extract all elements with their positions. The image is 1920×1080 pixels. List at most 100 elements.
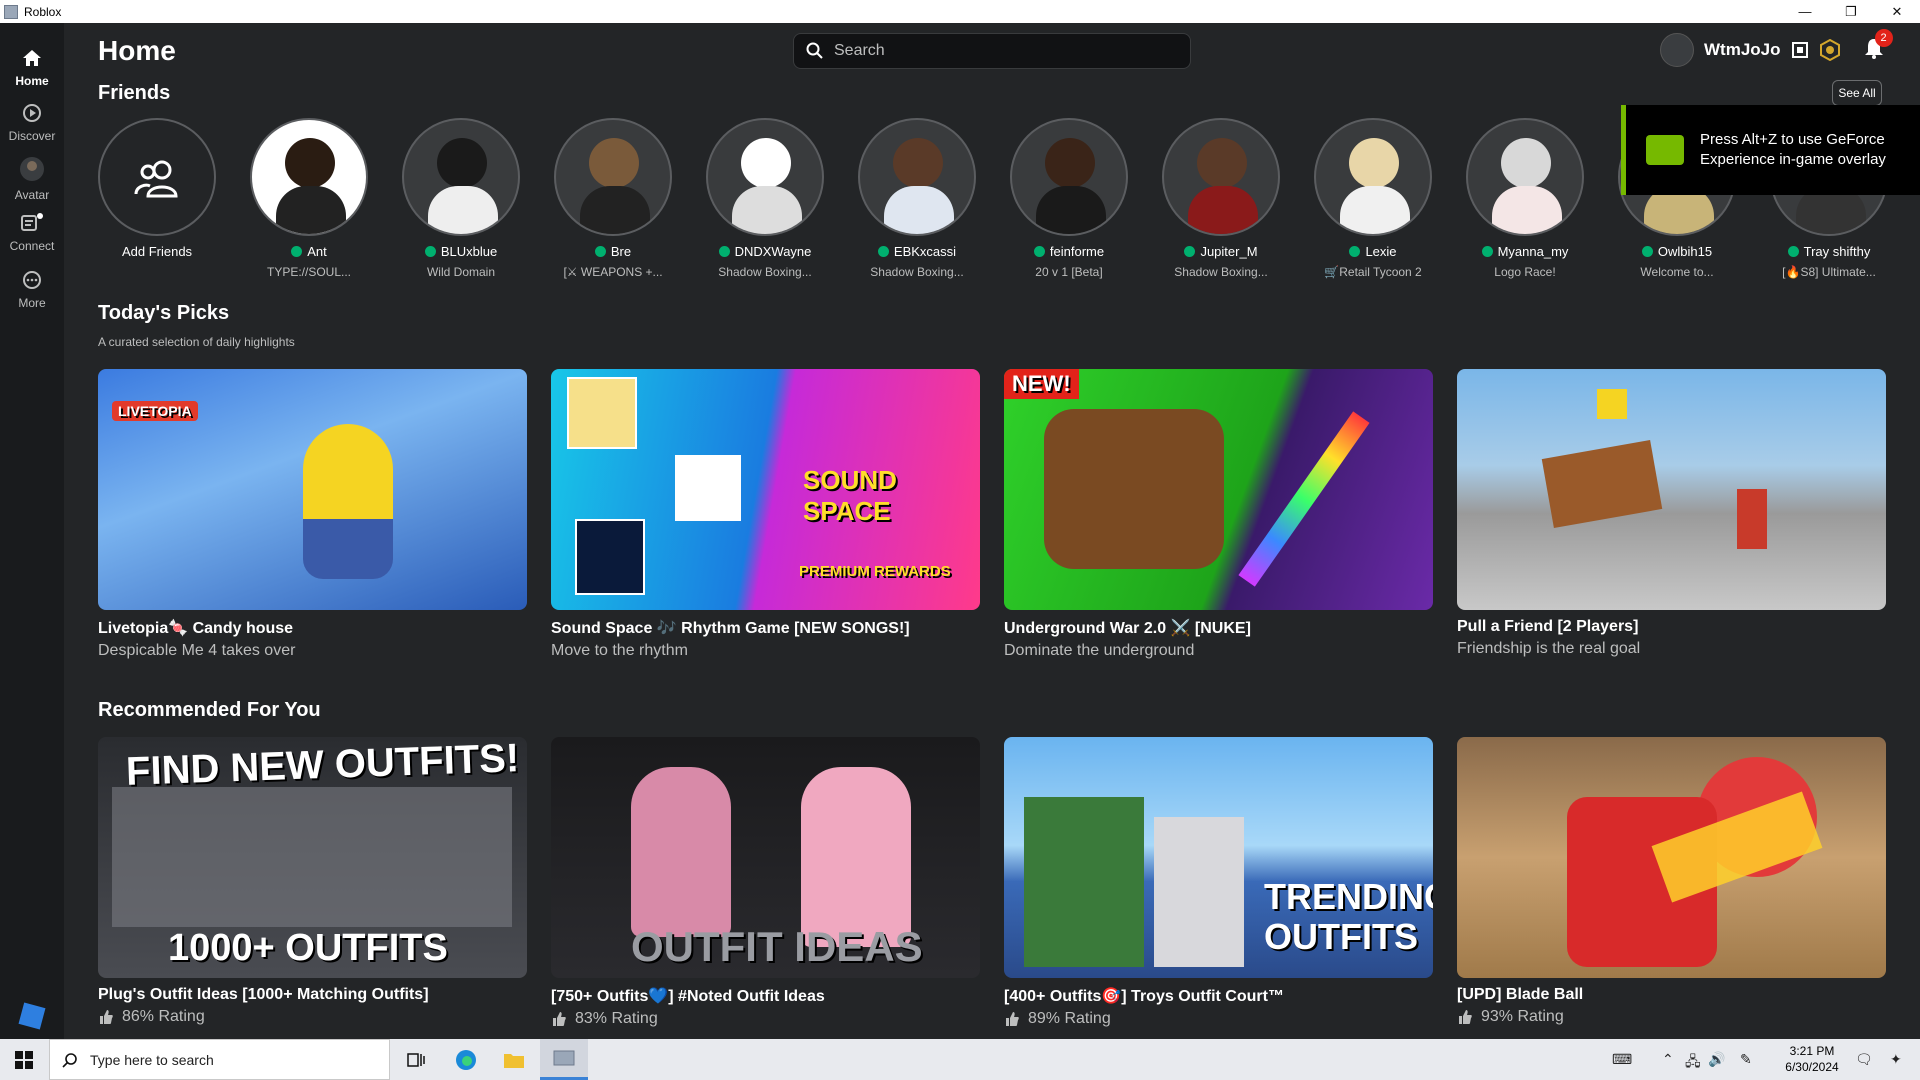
notifications-button[interactable]: 2 — [1863, 28, 1893, 64]
game-card[interactable]: NEW! Underground War 2.0 ⚔️ [NUKE] Domin… — [1004, 369, 1433, 660]
friend-avatar — [554, 118, 672, 236]
close-button[interactable]: ✕ — [1874, 0, 1920, 23]
game-title: Sound Space 🎶 Rhythm Game [NEW SONGS!] — [551, 620, 910, 637]
game-thumbnail: OUTFIT IDEAS — [551, 737, 980, 978]
see-all-button[interactable]: See All — [1832, 80, 1882, 106]
thumbs-up-icon — [1459, 1010, 1472, 1024]
copilot-icon[interactable]: ✦ — [1890, 1051, 1902, 1068]
friend-item[interactable]: Jupiter_M Shadow Boxing... — [1145, 118, 1297, 279]
roblox-taskbar-button[interactable] — [540, 1039, 588, 1080]
friend-game: Shadow Boxing... — [718, 265, 812, 279]
sound-space-logo: SOUND SPACE — [803, 465, 897, 526]
windows-taskbar: Type here to search ⌨ ⌃ 🖧 🔊 ✎ 3:21 PM 6/… — [0, 1039, 1920, 1080]
friend-avatar — [402, 118, 520, 236]
game-desc: Friendship is the real goal — [1457, 640, 1641, 657]
game-rating: 86% Rating — [98, 1008, 527, 1026]
friend-game: 🛒Retail Tycoon 2 — [1324, 265, 1422, 279]
add-friend-icon — [134, 160, 178, 198]
friend-game: [⚔ WEAPONS +... — [563, 265, 663, 279]
game-rating: 83% Rating — [551, 1010, 980, 1028]
game-card[interactable]: FIND NEW OUTFITS! 1000+ OUTFITS Plug's O… — [98, 737, 527, 1026]
keyboard-icon[interactable]: ⌨ — [1612, 1051, 1632, 1068]
avatar[interactable] — [1660, 33, 1694, 67]
friend-name: Myanna_my — [1497, 244, 1569, 259]
geforce-overlay-toast: Press Alt+Z to use GeForce Experience in… — [1621, 105, 1920, 195]
game-card[interactable]: OUTFIT IDEAS [750+ Outfits💙] #Noted Outf… — [551, 737, 980, 1028]
network-icon[interactable]: 🖧 — [1685, 1051, 1701, 1075]
window-titlebar: Roblox — ❐ ✕ — [0, 0, 1920, 23]
friend-item[interactable]: Myanna_my Logo Race! — [1449, 118, 1601, 279]
home-icon — [23, 50, 41, 66]
roblox-logo-icon[interactable] — [18, 1002, 46, 1030]
game-thumbnail: LIVETOPIA — [98, 369, 527, 610]
friend-name: Tray shifthy — [1803, 244, 1871, 259]
friend-item[interactable]: EBKxcassi Shadow Boxing... — [841, 118, 993, 279]
window-title: Roblox — [24, 4, 62, 19]
minimize-button[interactable]: — — [1782, 0, 1828, 23]
friend-item[interactable]: Bre [⚔ WEAPONS +... — [537, 118, 689, 279]
trending-outfits-text: TRENDING OUTFITS — [1264, 876, 1433, 957]
avatar-icon — [20, 157, 44, 181]
search-icon — [806, 42, 823, 59]
game-title: Underground War 2.0 ⚔️ [NUKE] — [1004, 620, 1251, 637]
friend-item[interactable]: Ant TYPE://SOUL... — [233, 118, 385, 279]
start-button[interactable] — [0, 1039, 48, 1080]
robux-icon[interactable] — [1791, 41, 1809, 59]
search-input[interactable]: Search — [793, 33, 1191, 69]
livetopia-logo: LIVETOPIA — [112, 401, 198, 421]
premium-icon[interactable] — [1819, 39, 1841, 61]
game-desc: Move to the rhythm — [551, 642, 688, 659]
clock-time: 3:21 PM — [1789, 1044, 1835, 1058]
pen-icon[interactable]: ✎ — [1740, 1051, 1752, 1068]
friend-item[interactable]: feinforme 20 v 1 [Beta] — [993, 118, 1145, 279]
add-friends-button[interactable]: Add Friends — [81, 118, 233, 259]
page-title: Home — [98, 35, 176, 66]
task-view-icon — [407, 1052, 425, 1067]
todays-picks-subtitle: A curated selection of daily highlights — [98, 335, 295, 349]
friend-name: feinforme — [1049, 244, 1105, 259]
friend-avatar — [250, 118, 368, 236]
friend-game: 20 v 1 [Beta] — [1035, 265, 1103, 279]
task-view-button[interactable] — [392, 1039, 440, 1080]
friend-game: Shadow Boxing... — [1174, 265, 1268, 279]
game-card[interactable]: LIVETOPIA Livetopia🍬 Candy house Despica… — [98, 369, 527, 660]
sidebar-item-home[interactable]: Home — [0, 48, 64, 88]
todays-picks-title: Today's Picks — [98, 302, 230, 324]
outfits-count-text: 1000+ OUTFITS — [168, 927, 448, 969]
game-card[interactable]: Pull a Friend [2 Players] Friendship is … — [1457, 369, 1886, 658]
friend-avatar — [706, 118, 824, 236]
friend-item[interactable]: Lexie 🛒Retail Tycoon 2 — [1297, 118, 1449, 279]
user-area: WtmJoJo 2 — [1660, 28, 1893, 70]
tray-expand-icon[interactable]: ⌃ — [1662, 1051, 1674, 1068]
game-thumbnail: NEW! — [1004, 369, 1433, 610]
friend-avatar — [1314, 118, 1432, 236]
taskbar-search-input[interactable]: Type here to search — [49, 1039, 390, 1080]
sidebar-item-more[interactable]: More — [0, 270, 64, 310]
game-card[interactable]: TRENDING OUTFITS [400+ Outfits🎯] Troys O… — [1004, 737, 1433, 1028]
game-title: [UPD] Blade Ball — [1457, 986, 1584, 1003]
sidebar-item-avatar[interactable]: Avatar — [0, 156, 64, 202]
taskbar-clock[interactable]: 3:21 PM 6/30/2024 — [1782, 1043, 1842, 1075]
notifications-center-icon[interactable]: 🗨 — [1855, 1051, 1873, 1068]
sidebar: Home Discover Avatar Connect More — [0, 23, 64, 1039]
game-thumbnail: TRENDING OUTFITS — [1004, 737, 1433, 978]
friend-name: Add Friends — [121, 244, 193, 259]
sidebar-item-discover[interactable]: Discover — [0, 103, 64, 143]
game-title: [750+ Outfits💙] #Noted Outfit Ideas — [551, 988, 825, 1005]
friend-item[interactable]: DNDXWayne Shadow Boxing... — [689, 118, 841, 279]
discover-icon — [23, 104, 41, 122]
friend-item[interactable]: BLUxblue Wild Domain — [385, 118, 537, 279]
username[interactable]: WtmJoJo — [1704, 40, 1781, 60]
friend-game: TYPE://SOUL... — [266, 265, 352, 279]
game-card[interactable]: [UPD] Blade Ball 93% Rating — [1457, 737, 1886, 1026]
clock-date: 6/30/2024 — [1785, 1060, 1839, 1074]
maximize-button[interactable]: ❐ — [1828, 0, 1874, 23]
sidebar-item-connect[interactable]: Connect — [0, 213, 64, 253]
volume-icon[interactable]: 🔊 — [1708, 1051, 1725, 1068]
game-card[interactable]: SOUND SPACE PREMIUM REWARDS Sound Space … — [551, 369, 980, 660]
search-icon — [62, 1052, 77, 1068]
file-explorer-button[interactable] — [490, 1039, 538, 1080]
edge-button[interactable] — [442, 1039, 490, 1080]
game-title: Pull a Friend [2 Players] — [1457, 618, 1639, 635]
friend-avatar — [1010, 118, 1128, 236]
